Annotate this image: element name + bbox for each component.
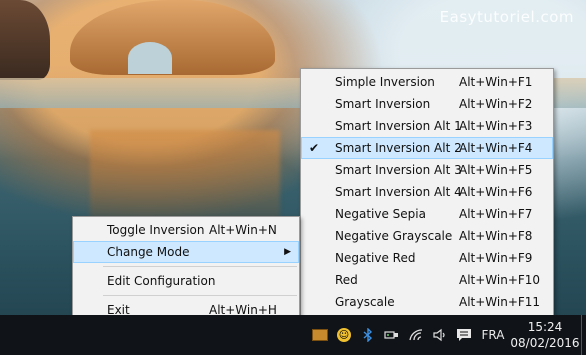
- menu-item-label: Smart Inversion Alt 3: [335, 163, 462, 177]
- menu-item-label: Negative Grayscale: [335, 229, 453, 243]
- menu-item-label: Smart Inversion Alt 1: [335, 119, 462, 133]
- menu-item-red[interactable]: Red Alt+Win+F10: [301, 269, 553, 291]
- menu-item-smart-inversion-alt-2[interactable]: ✔ Smart Inversion Alt 2 Alt+Win+F4: [301, 137, 553, 159]
- menu-item-label: Red: [335, 273, 358, 287]
- tray-context-menu: Toggle Inversion Alt+Win+N Change Mode ▶…: [72, 216, 300, 324]
- menu-item-smart-inversion-alt-3[interactable]: Smart Inversion Alt 3 Alt+Win+F5: [301, 159, 553, 181]
- clock-date: 08/02/2016: [510, 336, 580, 350]
- language-indicator[interactable]: FRA: [476, 328, 510, 342]
- menu-item-shortcut: Alt+Win+F11: [459, 295, 541, 309]
- menu-item-smart-inversion[interactable]: Smart Inversion Alt+Win+F2: [301, 93, 553, 115]
- menu-item-shortcut: Alt+Win+F4: [459, 141, 533, 155]
- tray-app-icon[interactable]: [308, 315, 332, 355]
- show-desktop-button[interactable]: [581, 315, 586, 355]
- menu-separator: [103, 295, 297, 296]
- system-tray: ☺ FRA 15:24 08/02/2016: [308, 315, 586, 355]
- menu-item-shortcut: Alt+Win+F7: [459, 207, 533, 221]
- rock-arch: [70, 0, 275, 75]
- menu-item-label: Grayscale: [335, 295, 395, 309]
- menu-item-shortcut: Alt+Win+F6: [459, 185, 533, 199]
- emoji-icon[interactable]: ☺: [332, 315, 356, 355]
- menu-item-label: Toggle Inversion: [107, 223, 205, 237]
- watermark: Easytutoriel.com: [439, 8, 574, 26]
- menu-item-label: Smart Inversion Alt 4: [335, 185, 462, 199]
- menu-item-negative-sepia[interactable]: Negative Sepia Alt+Win+F7: [301, 203, 553, 225]
- volume-icon[interactable]: [428, 315, 452, 355]
- menu-item-shortcut: Alt+Win+N: [209, 223, 277, 237]
- menu-item-shortcut: Alt+Win+F3: [459, 119, 533, 133]
- menu-item-shortcut: Alt+Win+F1: [459, 75, 533, 89]
- water-reflection: [90, 130, 280, 220]
- menu-item-change-mode[interactable]: Change Mode ▶: [73, 241, 299, 263]
- menu-item-label: Negative Sepia: [335, 207, 426, 221]
- clock-time: 15:24: [527, 320, 563, 334]
- menu-item-negative-red[interactable]: Negative Red Alt+Win+F9: [301, 247, 553, 269]
- menu-item-shortcut: Alt+Win+F9: [459, 251, 533, 265]
- menu-separator: [103, 266, 297, 267]
- submenu-arrow-icon: ▶: [284, 247, 291, 257]
- menu-item-shortcut: Alt+Win+F10: [459, 273, 541, 287]
- usb-icon[interactable]: [380, 315, 404, 355]
- cliff-left: [0, 0, 50, 80]
- menu-item-edit-configuration[interactable]: Edit Configuration: [73, 270, 299, 292]
- menu-item-label: Simple Inversion: [335, 75, 435, 89]
- menu-item-grayscale[interactable]: Grayscale Alt+Win+F11: [301, 291, 553, 313]
- menu-item-smart-inversion-alt-4[interactable]: Smart Inversion Alt 4 Alt+Win+F6: [301, 181, 553, 203]
- bluetooth-icon[interactable]: [356, 315, 380, 355]
- checkmark-icon: ✔: [309, 141, 320, 155]
- menu-item-negative-grayscale[interactable]: Negative Grayscale Alt+Win+F8: [301, 225, 553, 247]
- menu-item-shortcut: Alt+Win+F5: [459, 163, 533, 177]
- menu-item-simple-inversion[interactable]: Simple Inversion Alt+Win+F1: [301, 71, 553, 93]
- menu-item-shortcut: Alt+Win+F2: [459, 97, 533, 111]
- menu-item-label: Change Mode: [107, 245, 190, 259]
- wifi-icon[interactable]: [404, 315, 428, 355]
- menu-item-smart-inversion-alt-1[interactable]: Smart Inversion Alt 1 Alt+Win+F3: [301, 115, 553, 137]
- menu-item-label: Smart Inversion: [335, 97, 431, 111]
- menu-item-label: Edit Configuration: [107, 274, 216, 288]
- menu-item-label: Smart Inversion Alt 2: [335, 141, 462, 155]
- menu-item-toggle-inversion[interactable]: Toggle Inversion Alt+Win+N: [73, 219, 299, 241]
- change-mode-submenu: Simple Inversion Alt+Win+F1 Smart Invers…: [300, 68, 554, 316]
- action-center-icon[interactable]: [452, 315, 476, 355]
- taskbar: ☺ FRA 15:24 08/02/2016: [0, 315, 586, 355]
- menu-item-label: Negative Red: [335, 251, 416, 265]
- menu-item-shortcut: Alt+Win+F8: [459, 229, 533, 243]
- clock[interactable]: 15:24 08/02/2016: [510, 319, 580, 351]
- arch-opening: [128, 42, 172, 74]
